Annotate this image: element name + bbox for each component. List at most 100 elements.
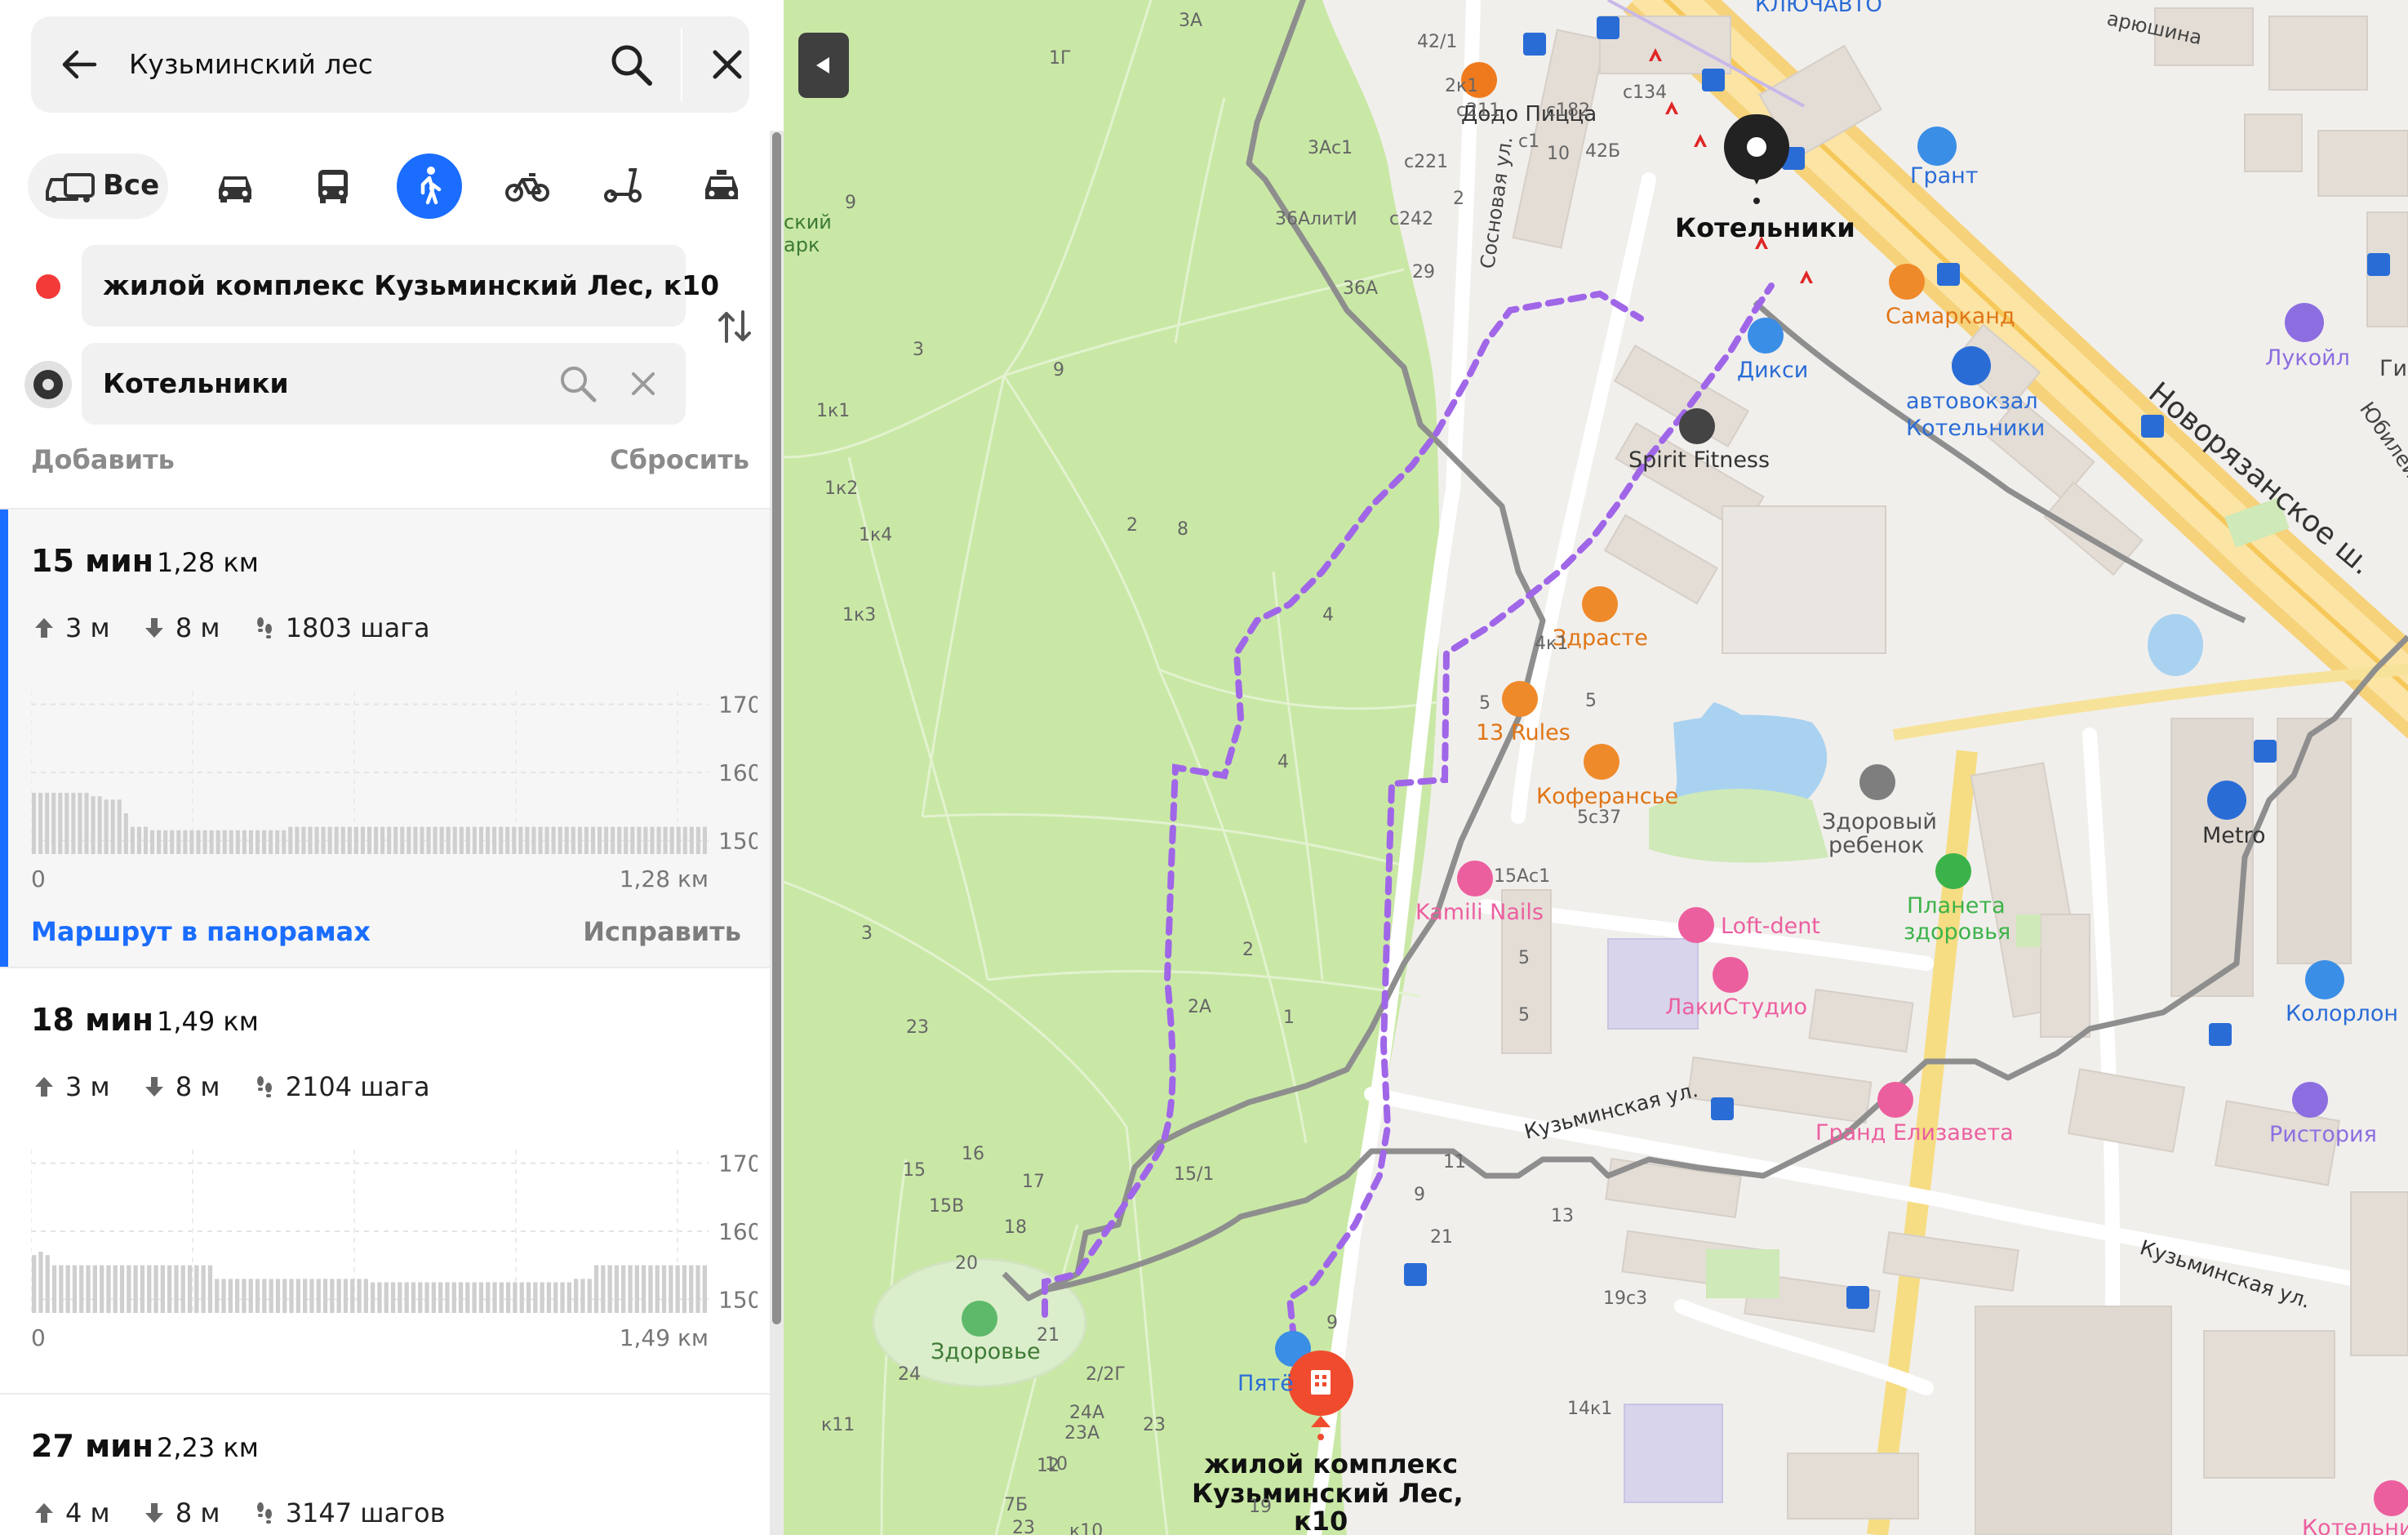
waypoint-to-text[interactable]: Котельники xyxy=(103,363,289,404)
map-view[interactable]: КЛЮЧАВТО Додо Пицца ский арк Сосновая ул.… xyxy=(784,0,2408,1535)
route-option-3[interactable]: 27 мин 2,23 км 4 м 8 м 3147 шагов xyxy=(0,1393,770,1535)
elevation-chart: 170 м 160 м 150 м 0 1,49 км xyxy=(30,1141,784,1354)
elevation-bar xyxy=(301,826,306,854)
elevation-bar xyxy=(194,1265,199,1313)
elevation-bar xyxy=(262,1279,267,1313)
search-query-text[interactable]: Кузьминский лес xyxy=(129,44,373,85)
map-label-grant: Грант xyxy=(1910,163,1979,189)
waypoint-from-text[interactable]: жилой комплекс Кузьминский Лес, к10 xyxy=(103,265,719,306)
elevation-bar xyxy=(566,1282,571,1313)
start-point-marker xyxy=(36,274,60,299)
route-descent: 8 м xyxy=(175,612,220,643)
elevation-bar xyxy=(553,1282,558,1313)
reset-button[interactable]: Сбросить xyxy=(610,444,749,475)
back-arrow-icon[interactable] xyxy=(59,44,100,85)
elevation-bar xyxy=(628,1265,633,1313)
elevation-bar xyxy=(663,826,668,854)
panorama-route-link[interactable]: Маршрут в панорамах xyxy=(31,916,371,947)
elevation-bar xyxy=(86,1265,91,1313)
elevation-bar xyxy=(558,826,562,854)
close-icon[interactable] xyxy=(709,46,746,83)
elevation-bar xyxy=(119,1265,125,1313)
search-box[interactable]: Кузьминский лес xyxy=(31,16,749,113)
chart-y-tick: 170 м xyxy=(718,692,757,719)
chart-y-tick: 160 м xyxy=(718,759,757,786)
map-label-loft: Loft-dent xyxy=(1721,914,1820,939)
elevation-bar xyxy=(262,830,267,854)
elevation-bar xyxy=(340,826,345,854)
route-ascent: 3 м xyxy=(65,612,110,643)
elevation-bar xyxy=(598,826,602,854)
elevation-bar xyxy=(295,1279,300,1313)
mode-bike-button[interactable] xyxy=(495,154,560,219)
chart-y-tick: 150 м xyxy=(718,827,757,854)
mode-taxi-button[interactable] xyxy=(689,154,754,219)
elevation-bar xyxy=(656,826,661,854)
chart-x-start: 0 xyxy=(31,865,46,892)
elevation-bar xyxy=(269,1279,273,1313)
mode-all-button[interactable]: Все xyxy=(28,154,168,219)
mode-scooter-button[interactable] xyxy=(591,154,656,219)
house-number: 15/1 xyxy=(1174,1164,1214,1185)
elevation-bar xyxy=(130,826,135,854)
car-icon xyxy=(219,176,251,202)
elevation-bar xyxy=(634,1265,639,1313)
elevation-bar xyxy=(255,1279,260,1313)
elevation-bar xyxy=(136,826,141,854)
elevation-bar xyxy=(58,793,63,854)
elevation-bar xyxy=(314,826,319,854)
waypoint-to-field[interactable]: Котельники xyxy=(82,343,686,425)
map-label-kamili: Kamili Nails xyxy=(1415,900,1544,925)
mode-bus-button[interactable] xyxy=(300,154,366,219)
arrow-up-icon xyxy=(35,1077,53,1097)
elevation-bar xyxy=(459,826,464,854)
elevation-bar xyxy=(117,799,122,854)
mode-car-button[interactable] xyxy=(202,154,268,219)
elevation-bar xyxy=(533,1282,538,1313)
elevation-bar xyxy=(321,826,326,854)
end-point-marker[interactable] xyxy=(24,361,72,408)
elevation-bar xyxy=(624,826,629,854)
elevation-bar xyxy=(275,830,280,854)
elevation-bar xyxy=(38,1252,43,1313)
collapse-panel-button[interactable] xyxy=(798,33,849,98)
elevation-bar xyxy=(255,830,260,854)
search-icon[interactable] xyxy=(607,41,656,90)
elevation-bar xyxy=(308,826,313,854)
house-number: 42/1 xyxy=(1417,32,1457,52)
clear-icon[interactable] xyxy=(629,369,658,398)
elevation-chart-svg: 170 м 160 м 150 м 0 1,28 км xyxy=(30,691,784,892)
elevation-bar xyxy=(235,1279,240,1313)
route-steps: 3147 шагов xyxy=(285,1497,446,1528)
elevation-bar xyxy=(418,1282,423,1313)
elevation-bar xyxy=(221,1279,226,1313)
elevation-bar xyxy=(100,1265,104,1313)
swap-icon[interactable] xyxy=(715,307,754,346)
house-number: 9 xyxy=(1053,360,1064,380)
elevation-bar xyxy=(282,830,287,854)
route-steps: 1803 шага xyxy=(285,612,430,643)
map-canvas[interactable]: КЛЮЧАВТО Додо Пицца ский арк Сосновая ул.… xyxy=(784,0,2408,1535)
mode-walk-button[interactable] xyxy=(397,154,462,219)
elevation-bar xyxy=(153,1265,158,1313)
scrollbar-thumb[interactable] xyxy=(772,132,781,1324)
route-time: 15 мин xyxy=(31,543,154,579)
bicycle-icon xyxy=(505,173,549,202)
elevation-bar xyxy=(353,826,358,854)
house-number: 4к1 xyxy=(1535,634,1568,654)
route-option-2[interactable]: 18 мин 1,49 км 3 м 8 м 2104 шага 170 м 16… xyxy=(0,967,784,1393)
elevation-bar xyxy=(655,1265,660,1313)
route-option-1[interactable]: 15 мин 1,28 км 3 м 8 м 1803 шага 170 м 16… xyxy=(0,508,784,967)
house-number: 1к4 xyxy=(859,525,892,545)
elevation-bar xyxy=(202,830,207,854)
fix-route-link[interactable]: Исправить xyxy=(583,916,741,947)
elevation-bar xyxy=(380,826,385,854)
waypoint-from-field[interactable]: жилой комплекс Кузьминский Лес, к10 xyxy=(82,245,719,327)
add-waypoint-button[interactable]: Добавить xyxy=(31,444,175,475)
chart-y-tick: 170 м xyxy=(718,1150,757,1177)
elevation-bar xyxy=(499,826,504,854)
elevation-bar xyxy=(140,1265,145,1313)
search-icon[interactable] xyxy=(557,363,599,405)
map-label-samarkand: Самарканд xyxy=(1886,304,2015,329)
house-number: 21 xyxy=(1430,1227,1453,1248)
